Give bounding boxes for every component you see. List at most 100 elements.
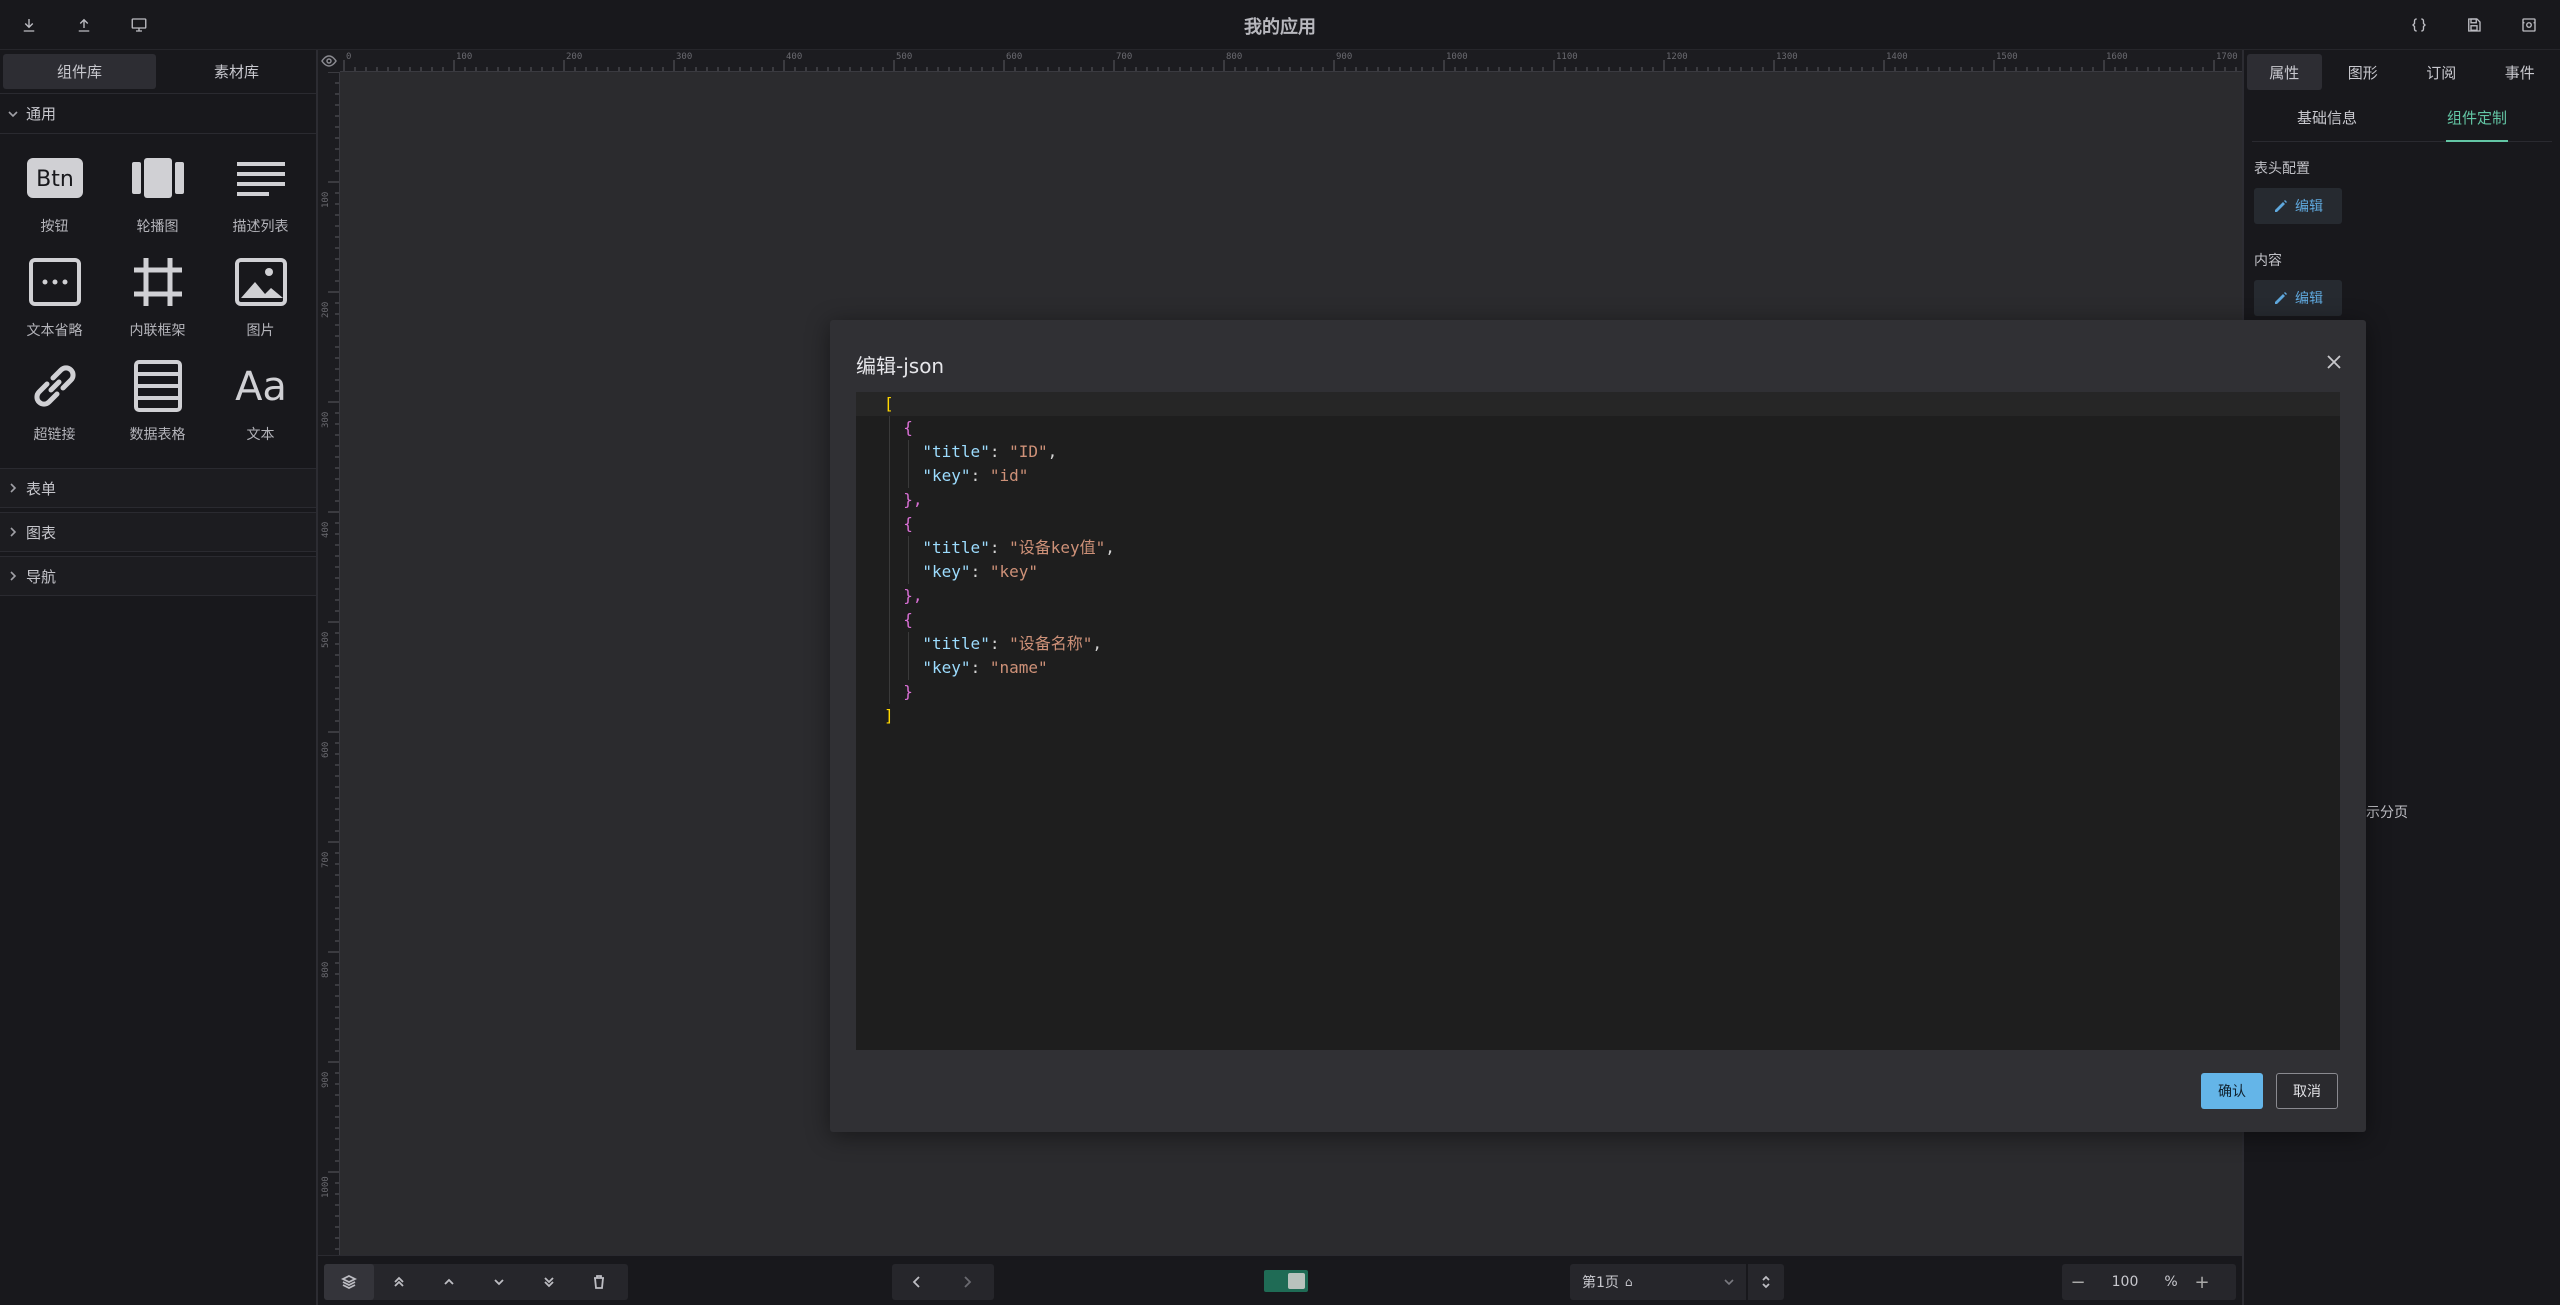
save-icon[interactable]: [2461, 12, 2487, 38]
edit-button[interactable]: 编辑: [2254, 188, 2342, 224]
redo-icon[interactable]: [942, 1264, 992, 1300]
prop-label: 表头配置: [2254, 161, 2310, 177]
move-up-icon[interactable]: [424, 1264, 474, 1300]
component-carousel[interactable]: 轮播图: [106, 142, 209, 246]
code-token: "title": [922, 442, 990, 461]
component-ellipsis-text[interactable]: 文本省略: [3, 246, 106, 350]
move-down-icon[interactable]: [474, 1264, 524, 1300]
category-general-label: 通用: [26, 105, 57, 123]
code-token: :: [989, 634, 1010, 653]
code-token: :: [989, 442, 1010, 461]
tab-component-library[interactable]: 组件库: [3, 54, 156, 89]
category-chart-label: 图表: [26, 523, 57, 542]
category-chart-header[interactable]: 图表: [0, 512, 316, 552]
component-label: 轮播图: [136, 219, 179, 235]
code-token: },: [903, 490, 923, 509]
canvas-mode-toggle[interactable]: [1264, 1270, 1308, 1292]
component-data-table[interactable]: 数据表格: [106, 350, 209, 454]
tab-properties[interactable]: 属性: [2247, 54, 2322, 90]
button-icon-text: Btn: [36, 167, 74, 192]
history-controls: [892, 1264, 994, 1300]
component-iframe[interactable]: 内联框架: [106, 246, 209, 350]
button-icon: Btn: [23, 146, 87, 210]
ruler-tick-label: 800: [1226, 52, 1243, 62]
json-string-value: "设备名称": [1009, 634, 1093, 653]
edit-button[interactable]: 编辑: [2254, 280, 2342, 316]
move-to-bottom-icon[interactable]: [524, 1264, 574, 1300]
json-string-value: "设备key值": [1009, 538, 1106, 557]
zoom-in-button[interactable]: +: [2186, 1264, 2218, 1300]
category-general-header[interactable]: 通用: [0, 94, 316, 134]
edit-button-label: 编辑: [2295, 291, 2323, 307]
ruler-tick-label: 100: [456, 52, 473, 62]
ruler-tick-label: 600: [1006, 52, 1023, 62]
move-to-top-icon[interactable]: [374, 1264, 424, 1300]
code-line: "title": "设备key值",: [856, 536, 2340, 560]
iframe-icon: [126, 250, 190, 314]
edit-json-dialog: 编辑-json [{"title": "ID", "key": "id"},{"t…: [830, 320, 2366, 1132]
tab-events[interactable]: 事件: [2483, 54, 2558, 90]
edit-button-label: 编辑: [2295, 199, 2323, 215]
close-icon[interactable]: [2324, 352, 2344, 372]
json-code-editor[interactable]: [{"title": "ID", "key": "id"},{"title": "…: [856, 392, 2340, 1050]
component-library-panel: 组件库 素材库 通用 Btn 按钮 轮播图 描述列表 文本省略 内联框架 图片 …: [0, 50, 318, 1305]
code-line: },: [856, 488, 2340, 512]
top-bar: 我的应用: [0, 0, 2560, 50]
image-icon: [229, 250, 293, 314]
code-token: ]: [884, 706, 894, 725]
ruler-tick-label: 400: [786, 52, 803, 62]
component-link[interactable]: 超链接: [3, 350, 106, 454]
pencil-icon: [2275, 200, 2287, 212]
chevron-down-icon: [6, 107, 20, 121]
tab-basic-info[interactable]: 基础信息: [2252, 94, 2402, 141]
ruler-tick-label: 900: [1336, 52, 1353, 62]
ruler-tick-label: 200: [566, 52, 583, 62]
code-line: "key": "key": [856, 560, 2340, 584]
category-form-header[interactable]: 表单: [0, 468, 316, 508]
code-braces-icon[interactable]: [2406, 12, 2432, 38]
settings-panel-icon[interactable]: [2516, 12, 2542, 38]
tab-subscribe[interactable]: 订阅: [2404, 54, 2479, 90]
undo-icon[interactable]: [892, 1264, 942, 1300]
horizontal-ruler[interactable]: 0 100 200 300 400 500 600 700 800 900 1000 1100 1200…: [340, 50, 2242, 72]
code-line: }: [856, 680, 2340, 704]
component-text[interactable]: Aa 文本: [209, 350, 312, 454]
chevron-right-icon: [6, 525, 20, 539]
cancel-button[interactable]: 取消: [2276, 1073, 2338, 1109]
code-token: [: [884, 394, 894, 413]
component-button[interactable]: Btn 按钮: [3, 142, 106, 246]
ruler-tick-label: 1000: [1446, 52, 1468, 62]
component-description-list[interactable]: 描述列表: [209, 142, 312, 246]
confirm-button[interactable]: 确认: [2201, 1073, 2263, 1109]
zoom-out-button[interactable]: −: [2062, 1264, 2094, 1300]
eye-icon[interactable]: [318, 50, 340, 72]
tab-component-custom[interactable]: 组件定制: [2402, 94, 2552, 142]
chevron-right-icon: [6, 481, 20, 495]
app-root: 我的应用 组件库 素材库 通用 Btn 按钮 轮播图 描述列表 文本省略 内联框…: [0, 0, 2560, 1305]
code-line: "title": "设备名称",: [856, 632, 2340, 656]
delete-icon[interactable]: [574, 1264, 624, 1300]
category-nav-header[interactable]: 导航: [0, 556, 316, 596]
page-sort-icon[interactable]: [1748, 1264, 1784, 1300]
tab-graphics[interactable]: 图形: [2326, 54, 2401, 90]
tab-asset-library[interactable]: 素材库: [160, 54, 313, 89]
layers-icon[interactable]: [324, 1264, 374, 1300]
ruler-tick-label: 1400: [1886, 52, 1908, 62]
ruler-tick-label: 1600: [2106, 52, 2128, 62]
indent-guide: [889, 416, 890, 704]
code-token: :: [970, 466, 990, 485]
code-line: [: [856, 392, 2340, 416]
zoom-control: − 100 % +: [2062, 1264, 2236, 1300]
component-label: 数据表格: [129, 427, 186, 443]
code-token: },: [903, 586, 923, 605]
json-string-value: "key": [989, 562, 1039, 581]
zoom-value[interactable]: 100: [2094, 1274, 2156, 1290]
code-line: "title": "ID",: [856, 440, 2340, 464]
page-select[interactable]: 第1页 ⌂: [1570, 1264, 1746, 1300]
component-image[interactable]: 图片: [209, 246, 312, 350]
link-icon: [23, 354, 87, 418]
chevron-down-icon: [1722, 1275, 1736, 1289]
code-token: "key": [922, 658, 971, 677]
component-label: 超链接: [33, 427, 76, 443]
json-string-value: "ID": [1009, 442, 1048, 461]
